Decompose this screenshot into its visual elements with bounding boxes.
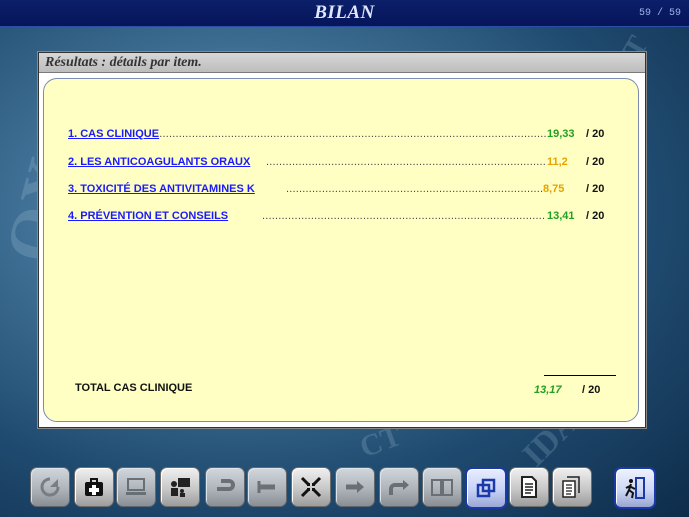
exit-door-button[interactable] [614,467,656,509]
title-bar: BILAN 59 / 59 [0,0,689,27]
item-score: 13,41 [547,210,575,222]
forward-arrow-button[interactable] [335,467,375,507]
item-link[interactable]: 4. PRÉVENTION ET CONSEILS [68,210,228,222]
collapse-arrows-icon [299,475,323,499]
item-max: / 20 [586,210,605,222]
return-arrow-button[interactable] [205,467,245,507]
page-counter: 59 / 59 [638,8,681,19]
results-panel: Résultats : détails par item. 1. CAS CLI… [38,52,646,428]
toolbar [0,462,689,517]
redo-arrow-icon [387,475,411,499]
teacher-board-icon [168,475,192,499]
windows-button[interactable] [465,467,507,509]
item-max: / 20 [586,183,605,195]
total-separator [544,375,616,376]
item-link[interactable]: 3. TOXICITÉ DES ANTIVITAMINES K [68,183,255,195]
book-icon [430,475,454,499]
reload-icon [38,475,62,499]
windows-icon [474,476,498,500]
documents-stack-icon [560,475,584,499]
dot-leader: ........................................… [262,210,544,222]
item-link[interactable]: 1. CAS CLINIQUE [68,128,159,140]
first-aid-kit-button[interactable] [74,467,114,507]
result-row: 4. PRÉVENTION ET CONSEILS...............… [68,210,628,226]
collapse-arrows-button[interactable] [291,467,331,507]
results-content: 1. CAS CLINIQUE.........................… [43,78,639,422]
dot-leader: ........................................… [286,183,544,195]
panel-title: Résultats : détails par item. [45,55,202,70]
teacher-board-button[interactable] [160,467,200,507]
result-row: 2. LES ANTICOAGULANTS ORAUX.............… [68,156,628,172]
first-aid-kit-icon [82,475,106,499]
result-row: 1. CAS CLINIQUE.........................… [68,128,628,144]
total-score: 13,17 [534,384,562,396]
total-max: / 20 [582,384,601,396]
item-score: 11,2 [547,156,568,168]
return-arrow-icon [213,475,237,499]
computer-icon [124,475,148,499]
item-link[interactable]: 2. LES ANTICOAGULANTS ORAUX [68,156,250,168]
item-max: / 20 [586,128,605,140]
redo-arrow-button[interactable] [379,467,419,507]
document-icon [517,475,541,499]
dot-leader: ........................................… [266,156,546,168]
forward-arrow-icon [343,475,367,499]
reload-button[interactable] [30,467,70,507]
documents-stack-button[interactable] [552,467,592,507]
item-score: 8,75 [543,183,565,195]
back-arrow-button[interactable] [247,467,287,507]
exit-door-icon [623,476,647,500]
result-row: 3. TOXICITÉ DES ANTIVITAMINES K.........… [68,183,628,199]
total-label: TOTAL CAS CLINIQUE [75,382,193,394]
dot-leader: ........................................… [156,128,546,140]
panel-header: Résultats : détails par item. [39,53,645,73]
computer-button[interactable] [116,467,156,507]
item-max: / 20 [586,156,605,168]
back-arrow-icon [255,475,279,499]
document-button[interactable] [509,467,549,507]
item-score: 19,33 [547,128,575,140]
app-title: BILAN [314,2,375,23]
book-button[interactable] [422,467,462,507]
